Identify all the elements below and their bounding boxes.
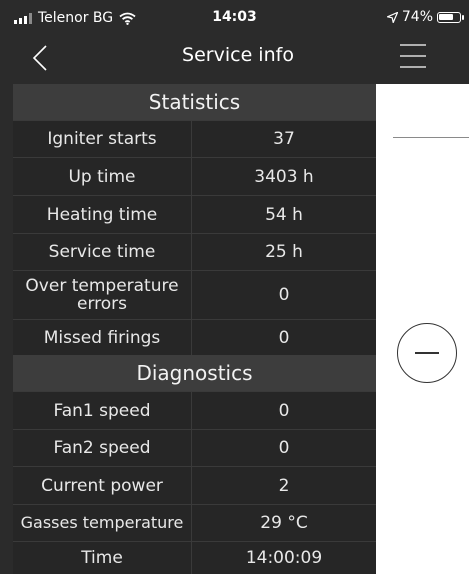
row-value: 0 [278,438,290,458]
table-row-fan2-speed: Fan2 speed 0 [13,429,376,466]
row-value: 3403 h [254,166,314,187]
row-value: 37 [273,129,295,149]
row-label: Heating time [13,196,192,233]
page-title: Service info [182,44,294,66]
status-bar: Telenor BG 14:03 74% [0,0,469,38]
row-value: 54 h [265,204,303,225]
row-label: Over temperature errors [13,271,192,319]
row-value: 2 [278,475,290,496]
row-value: 14:00:09 [245,548,323,568]
minus-button[interactable] [397,323,457,383]
row-label: Service time [13,234,192,270]
row-label: Gasses temperature [13,505,192,541]
row-label: Fan2 speed [13,430,192,466]
row-value: 0 [278,285,290,305]
row-label: Current power [13,467,192,504]
row-value: 25 h [265,242,303,262]
battery-level-fill [439,13,453,20]
row-label: Time [13,542,192,574]
row-label: Missed firings [13,320,192,355]
battery-percent: 74% [401,9,433,25]
hamburger-menu-icon [400,44,426,68]
row-label: Igniter starts [13,121,192,157]
row-label: Fan1 speed [13,392,192,429]
table-row-gasses-temperature: Gasses temperature 29 °C [13,504,376,541]
table-row-igniter-starts: Igniter starts 37 [13,120,376,157]
status-bar-right: 74% [386,9,464,25]
divider-line [393,137,469,138]
table-row-heating-time: Heating time 54 h [13,195,376,233]
menu-button[interactable] [399,41,427,71]
table-row-missed-firings: Missed firings 0 [13,319,376,355]
back-button[interactable] [26,40,56,76]
row-value: 0 [278,327,290,348]
row-label: Up time [13,158,192,195]
table-row-fan1-speed: Fan1 speed 0 [13,391,376,429]
app-screen: Telenor BG 14:03 74% Service info Statis… [0,0,469,574]
location-arrow-icon [386,11,398,23]
row-value: 0 [278,400,290,421]
table-row-up-time: Up time 3403 h [13,157,376,195]
table-row-time: Time 14:00:09 [13,541,376,574]
row-value: 29 °C [260,513,308,533]
table-row-service-time: Service time 25 h [13,233,376,270]
battery-icon [437,11,464,23]
diagnostics-header: Diagnostics [13,355,376,391]
table-row-current-power: Current power 2 [13,466,376,504]
chevron-left-icon [32,45,47,71]
statistics-header: Statistics [13,84,376,120]
table-row-over-temperature-errors: Over temperature errors 0 [13,270,376,319]
